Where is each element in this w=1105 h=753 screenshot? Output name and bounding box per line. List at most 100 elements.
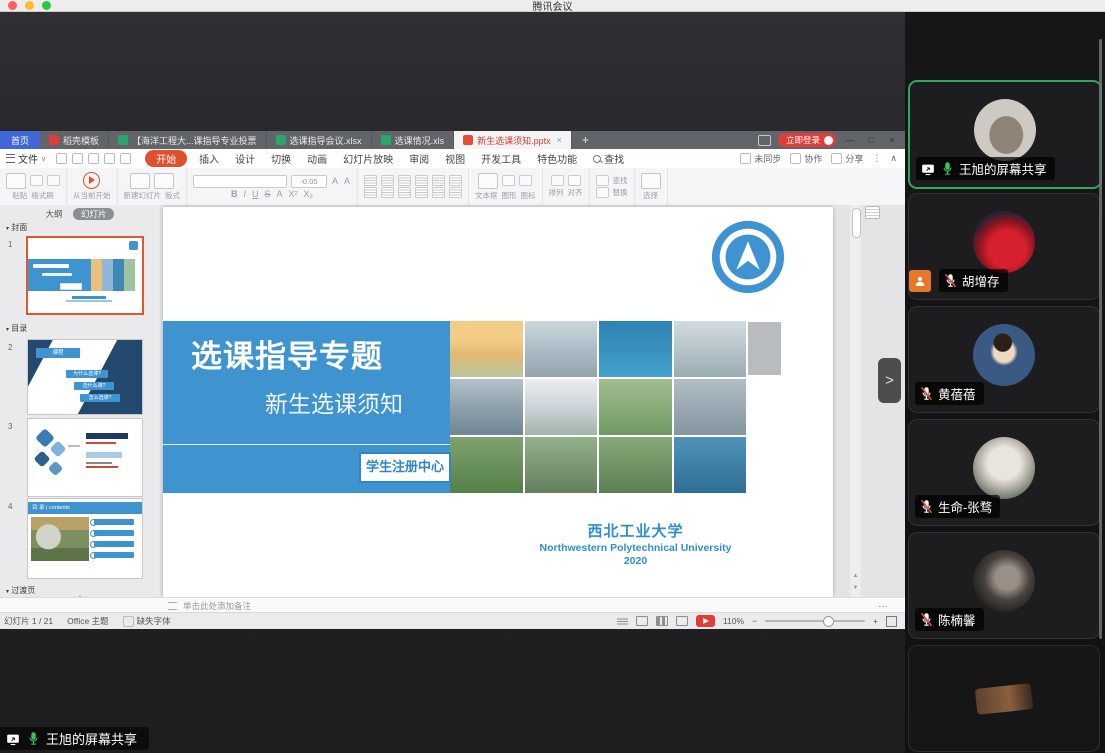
menu-find[interactable]: 查找	[585, 151, 632, 166]
align-objects-icon[interactable]	[568, 175, 581, 186]
vertical-scrollbar[interactable]: ▲ ▼	[850, 205, 861, 597]
font-color-button[interactable]: A	[276, 189, 284, 199]
menu-features[interactable]: 特色功能	[529, 151, 585, 166]
format-painter-label[interactable]: 格式刷	[31, 190, 54, 201]
print-icon[interactable]	[72, 153, 83, 164]
notes-bar[interactable]: 单击此处添加备注 …	[0, 597, 905, 613]
collaborate-button[interactable]: 协作	[790, 152, 822, 165]
close-button[interactable]: ×	[885, 135, 899, 145]
section-toc[interactable]: ▾ 目录	[6, 323, 27, 334]
superscript-button[interactable]: X²	[288, 189, 299, 199]
replace-icon[interactable]	[596, 187, 609, 198]
view-sorter-icon[interactable]	[656, 616, 668, 626]
redo-icon[interactable]	[120, 153, 131, 164]
menu-start[interactable]: 开始	[145, 150, 187, 167]
indent-decrease-icon[interactable]	[398, 175, 411, 186]
undo-icon[interactable]	[104, 153, 115, 164]
underline-button[interactable]: U	[251, 189, 260, 199]
tab-pptx-active[interactable]: 新生选课须知.pptx×	[454, 131, 572, 149]
previous-slide-icon[interactable]: ▲	[851, 573, 860, 579]
new-slide-icon[interactable]	[130, 173, 150, 189]
view-notes-icon[interactable]	[617, 617, 628, 625]
layout-icon[interactable]	[154, 173, 174, 189]
tab-xlsx-meeting[interactable]: 选课指导会议.xlsx	[267, 131, 372, 149]
more-menu-icon[interactable]: ⋮	[872, 153, 881, 164]
indent-increase-icon[interactable]	[415, 175, 428, 186]
bold-button[interactable]: B	[230, 189, 239, 199]
app-mode-icon[interactable]	[758, 135, 771, 146]
slide-page[interactable]: 选课指导专题 新生选课须知 学生注册中心 西北工业大学	[163, 207, 833, 597]
slide-canvas[interactable]: 选课指导专题 新生选课须知 学生注册中心 西北工业大学	[160, 205, 905, 597]
menu-view[interactable]: 视图	[437, 151, 473, 166]
sidebar-scrollbar[interactable]	[1099, 39, 1102, 639]
font-size-combo[interactable]: -0.05	[291, 175, 327, 188]
file-menu[interactable]: 文件∨	[0, 151, 54, 166]
more-options-button[interactable]: …	[878, 599, 889, 610]
menu-transition[interactable]: 切换	[263, 151, 299, 166]
menu-design[interactable]: 设计	[227, 151, 263, 166]
numbering-icon[interactable]	[381, 175, 394, 186]
tab-close-icon[interactable]: ×	[557, 135, 562, 145]
menu-slideshow[interactable]: 幻灯片放映	[335, 151, 401, 166]
tab-slides[interactable]: 幻灯片	[73, 208, 115, 220]
align-left-icon[interactable]	[364, 187, 377, 198]
line-spacing-icon[interactable]	[432, 175, 445, 186]
minimize-button[interactable]: —	[843, 135, 857, 145]
tab-docer[interactable]: 稻壳模板	[40, 131, 109, 149]
menu-animation[interactable]: 动画	[299, 151, 335, 166]
menu-insert[interactable]: 插入	[191, 151, 227, 166]
share-button[interactable]: 分享	[831, 152, 863, 165]
export-icon[interactable]	[88, 153, 99, 164]
italic-button[interactable]: I	[242, 189, 247, 199]
new-tab-button[interactable]: +	[572, 131, 599, 149]
align-center-icon[interactable]	[381, 187, 394, 198]
view-normal-icon[interactable]	[636, 616, 648, 626]
paragraph-more-icon[interactable]	[449, 187, 462, 198]
participant-tile[interactable]: 胡增存	[908, 193, 1100, 300]
participant-tile[interactable]: 生命-张骛	[908, 419, 1100, 526]
align-right-icon[interactable]	[398, 187, 411, 198]
scrollbar-thumb[interactable]	[852, 208, 861, 238]
participant-tile[interactable]: 陈楠馨	[908, 532, 1100, 639]
missing-font-warning[interactable]: 缺失字体	[123, 615, 171, 627]
zoom-slider[interactable]	[765, 620, 865, 622]
fit-slide-icon[interactable]	[886, 616, 897, 627]
menu-devtools[interactable]: 开发工具	[473, 151, 529, 166]
tab-home[interactable]: 首页	[0, 131, 40, 149]
shrink-font-icon[interactable]: A	[343, 176, 351, 186]
slide-thumbnail-1[interactable]	[26, 236, 144, 315]
zoom-in-button[interactable]: +	[873, 616, 878, 626]
slide-thumbnail-2[interactable]: 课程 为什么选课? 选什么课? 怎么选课?	[27, 339, 143, 415]
zoom-out-button[interactable]: −	[752, 616, 757, 626]
find-icon[interactable]	[596, 175, 609, 186]
icon-library-icon[interactable]	[519, 175, 532, 186]
login-button[interactable]: 立即登录	[778, 133, 836, 147]
save-icon[interactable]	[56, 153, 67, 164]
sidebar-collapse-arrow[interactable]: >	[878, 358, 901, 403]
grow-font-icon[interactable]: A	[331, 176, 339, 186]
subscript-button[interactable]: X₂	[303, 189, 315, 199]
slideshow-play-button[interactable]	[696, 615, 715, 627]
cut-icon[interactable]	[30, 175, 43, 186]
menu-review[interactable]: 审阅	[401, 151, 437, 166]
font-name-combo[interactable]	[193, 175, 287, 188]
bullets-icon[interactable]	[364, 175, 377, 186]
tab-outline[interactable]: 大纲	[46, 209, 63, 219]
zoom-slider-handle[interactable]	[823, 616, 834, 627]
participant-tile[interactable]: 王旭的屏幕共享	[908, 80, 1102, 189]
section-cover[interactable]: ▾ 封面	[6, 222, 27, 233]
collapse-ribbon-icon[interactable]: ∧	[890, 153, 897, 164]
slide-thumbnail-3[interactable]	[27, 418, 143, 497]
tab-xls-status[interactable]: 选课情况.xls	[372, 131, 455, 149]
participant-tile[interactable]	[908, 645, 1100, 752]
zoom-level[interactable]: 110%	[723, 616, 744, 626]
strikethrough-button[interactable]: S	[264, 189, 272, 199]
maximize-button[interactable]: □	[864, 135, 878, 145]
play-from-current-icon[interactable]	[83, 172, 100, 189]
slide-thumbnail-4[interactable]: 目 录 | contents	[27, 498, 143, 579]
pane-toggle-icon[interactable]	[865, 206, 880, 219]
theme-name[interactable]: Office 主题	[67, 615, 108, 627]
shape-icon[interactable]	[502, 175, 515, 186]
view-reading-icon[interactable]	[676, 616, 688, 626]
paste-icon[interactable]	[6, 173, 26, 189]
